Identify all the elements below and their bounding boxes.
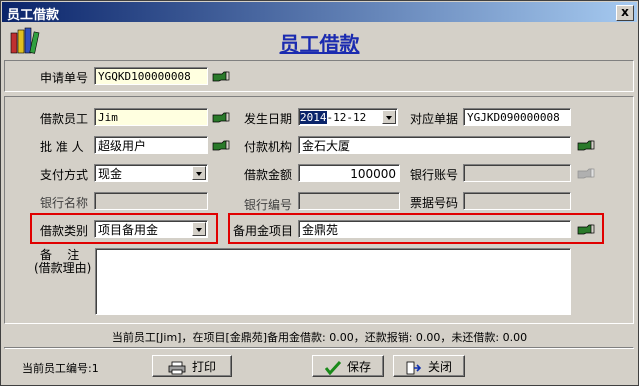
employee-no-label: 当前员工编号:1 (22, 362, 99, 375)
pay-method-dropdown-arrow-icon[interactable] (192, 166, 206, 180)
pointing-hand-icon[interactable] (212, 139, 230, 151)
window-title: 员工借款 (7, 8, 60, 23)
close-button[interactable]: 关闭 (393, 355, 465, 377)
loan-type-dropdown-arrow-icon[interactable] (192, 222, 206, 236)
employee-label: 借款员工 (40, 112, 89, 126)
pay-method-value: 现金 (98, 167, 123, 181)
approver-label: 批 准 人 (40, 140, 84, 154)
pointing-hand-icon-disabled[interactable] (577, 167, 595, 179)
pay-method-select[interactable]: 现金 (94, 164, 208, 182)
amount-field[interactable]: 100000 (298, 164, 400, 182)
application-no-field[interactable]: YGQKD100000008 (94, 67, 208, 85)
bill-no-label: 票据号码 (410, 196, 459, 210)
pointing-hand-icon[interactable] (212, 111, 230, 123)
pointing-hand-icon[interactable] (577, 139, 595, 151)
bank-account-field[interactable] (463, 164, 571, 182)
checkmark-icon (324, 360, 341, 375)
bank-name-label: 银行名称 (40, 196, 89, 210)
exit-door-icon (406, 361, 422, 374)
footer-divider (4, 347, 634, 349)
loan-type-select[interactable]: 项目备用金 (94, 220, 208, 238)
ref-doc-field[interactable]: YGJKD090000008 (463, 108, 571, 126)
date-year-selected: 2014 (300, 111, 327, 124)
close-window-button[interactable]: x (616, 5, 634, 21)
amount-label: 借款金额 (244, 168, 293, 182)
bank-code-label: 银行编号 (244, 198, 293, 212)
date-rest: -12-12 (326, 111, 367, 124)
bill-no-field[interactable] (463, 192, 571, 210)
printer-icon (168, 361, 186, 374)
pointing-hand-icon[interactable] (212, 70, 230, 82)
pay-method-label: 支付方式 (40, 168, 89, 182)
date-dropdown-arrow-icon[interactable] (382, 110, 396, 124)
date-picker[interactable]: 2014-12-12 (298, 108, 398, 126)
reserve-project-label: 备用金项目 (233, 224, 294, 238)
bank-name-field[interactable] (94, 192, 208, 210)
loan-type-value: 项目备用金 (98, 223, 159, 237)
date-label: 发生日期 (244, 112, 293, 126)
remark-textarea[interactable] (95, 248, 571, 315)
remark-sublabel: (借款理由) (34, 261, 92, 275)
page-title: 员工借款 (279, 32, 360, 56)
pointing-hand-icon[interactable] (577, 223, 595, 235)
ref-doc-label: 对应单据 (410, 112, 459, 126)
save-button[interactable]: 保存 (312, 355, 384, 377)
application-no-label: 申请单号 (40, 71, 89, 85)
print-label: 打印 (191, 360, 216, 374)
bank-code-field[interactable] (298, 192, 400, 210)
close-label: 关闭 (427, 360, 452, 374)
pay-org-label: 付款机构 (244, 140, 293, 154)
approver-field[interactable]: 超级用户 (94, 136, 208, 154)
bank-account-label: 银行账号 (410, 168, 459, 182)
title-bar: 员工借款 x (2, 2, 637, 23)
pay-org-field[interactable]: 金石大厦 (298, 136, 571, 154)
status-text: 当前员工[Jim]，在项目[金鼎苑]备用金借款: 0.00，还款报销: 0.00… (111, 331, 528, 344)
loan-type-label: 借款类别 (40, 224, 89, 238)
employee-field[interactable]: Jim (94, 108, 208, 126)
reserve-project-field[interactable]: 金鼎苑 (298, 220, 571, 238)
print-button[interactable]: 打印 (152, 355, 232, 377)
save-label: 保存 (346, 360, 371, 374)
